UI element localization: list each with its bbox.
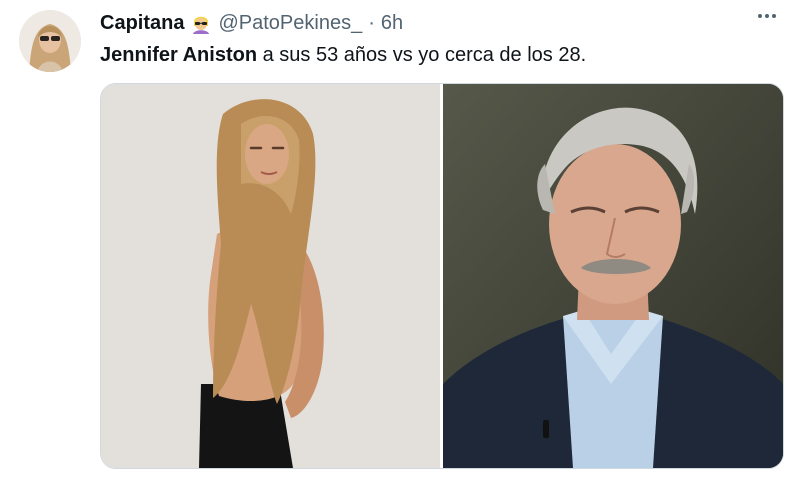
- person-with-sunglasses-emoji-icon: [190, 12, 212, 34]
- tweet-media-grid[interactable]: [100, 83, 784, 469]
- media-image-right[interactable]: [443, 84, 783, 468]
- user-avatar[interactable]: [19, 10, 81, 72]
- media-image-left[interactable]: [101, 84, 440, 468]
- tweet-text: Jennifer Aniston a sus 53 años vs yo cer…: [100, 42, 586, 68]
- photo-man-grey-hair: [443, 84, 783, 468]
- tweet-header: Capitana @PatoPekines_ · 6h: [100, 11, 403, 35]
- separator-dot: ·: [368, 12, 375, 34]
- tweet-text-highlight: Jennifer Aniston: [100, 44, 258, 66]
- tweet-text-rest: a sus 53 años vs yo cerca de los 28.: [257, 44, 587, 66]
- user-handle[interactable]: @PatoPekines_: [218, 11, 362, 35]
- avatar-photo: [19, 10, 81, 72]
- tweet-timestamp[interactable]: 6h: [381, 11, 403, 35]
- display-name[interactable]: Capitana: [100, 11, 184, 35]
- tweet: Capitana @PatoPekines_ · 6h Jennifer Ani…: [0, 0, 800, 485]
- more-options-icon[interactable]: [758, 14, 776, 18]
- photo-woman-long-hair: [101, 84, 440, 468]
